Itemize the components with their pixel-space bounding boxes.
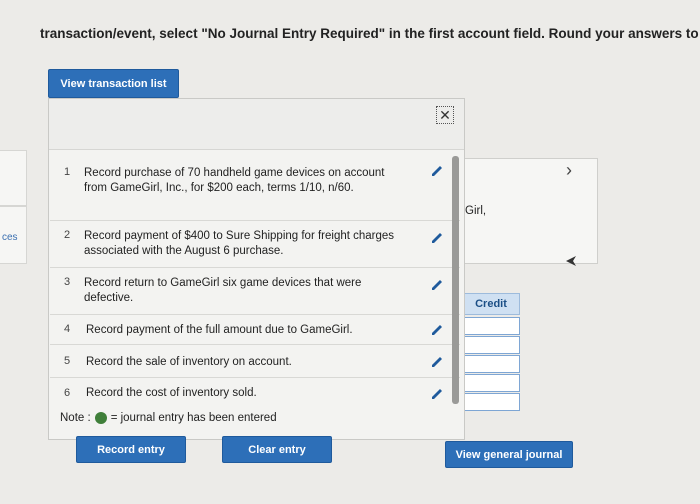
pencil-icon[interactable] (430, 278, 444, 292)
transaction-row[interactable]: 4 Record payment of the full amount due … (50, 315, 460, 345)
panel-header (49, 99, 464, 150)
transaction-number: 6 (64, 387, 71, 399)
transaction-row[interactable]: 5 Record the sale of inventory on accoun… (50, 345, 460, 378)
view-general-journal-button[interactable]: View general journal (445, 441, 573, 468)
transaction-text: Record the sale of inventory on account. (86, 356, 292, 368)
background-partial-text: Girl, (465, 205, 487, 217)
credit-cell[interactable] (462, 317, 520, 335)
pencil-icon[interactable] (430, 355, 444, 369)
close-icon[interactable]: ✕ (436, 106, 454, 124)
transaction-number: 3 (64, 276, 71, 288)
note-label: Note : (60, 412, 91, 424)
transaction-text: Record payment of $400 to Sure Shipping … (84, 230, 395, 257)
scrollbar[interactable] (452, 156, 459, 404)
transaction-number: 5 (64, 355, 71, 367)
background-panel-edge (0, 150, 27, 206)
pencil-icon[interactable] (430, 164, 444, 178)
transaction-row[interactable]: 6 Record the cost of inventory sold. (50, 378, 460, 408)
transaction-text: Record the cost of inventory sold. (86, 387, 257, 399)
transaction-text: Record payment of the full amount due to… (86, 324, 353, 336)
transaction-text: Record purchase of 70 handheld game devi… (84, 167, 385, 194)
transaction-row[interactable]: 1 Record purchase of 70 handheld game de… (50, 156, 460, 221)
record-entry-button[interactable]: Record entry (76, 436, 186, 463)
transaction-number: 2 (64, 229, 71, 241)
credit-cell[interactable] (462, 355, 520, 373)
pencil-icon[interactable] (430, 231, 444, 245)
green-dot-icon (94, 412, 107, 424)
pencil-icon[interactable] (430, 323, 444, 337)
note-text: = journal entry has been entered (110, 412, 277, 424)
clear-entry-button[interactable]: Clear entry (222, 436, 332, 463)
credit-cell[interactable] (462, 336, 520, 354)
transaction-row[interactable]: 2 Record payment of $400 to Sure Shippin… (50, 221, 460, 268)
credit-cell[interactable] (462, 374, 520, 392)
credit-cell[interactable] (462, 393, 520, 411)
transaction-number: 1 (64, 166, 71, 178)
pencil-icon[interactable] (430, 387, 444, 401)
transaction-text: Record return to GameGirl six game devic… (84, 277, 362, 304)
transaction-row[interactable]: 3 Record return to GameGirl six game dev… (50, 268, 460, 315)
view-transaction-list-button[interactable]: View transaction list (48, 69, 179, 98)
credit-column-header: Credit (462, 293, 520, 315)
background-partial-text: ces (2, 232, 18, 243)
note-legend: Note : = journal entry has been entered (60, 412, 277, 424)
cursor-arrow-icon (564, 254, 578, 273)
transaction-number: 4 (64, 323, 71, 335)
instructions-text: transaction/event, select "No Journal En… (40, 26, 700, 41)
chevron-right-icon[interactable]: › (566, 160, 572, 181)
